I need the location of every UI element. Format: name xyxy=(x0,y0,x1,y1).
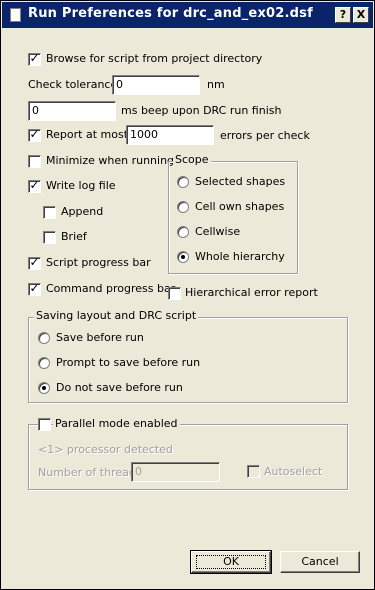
checkmark-icon: ✓ xyxy=(29,178,40,192)
ok-button[interactable]: OK xyxy=(190,550,272,574)
errors-per-check-label: errors per check xyxy=(220,129,310,142)
script-progress-checkbox[interactable]: ✓ xyxy=(28,255,41,270)
window-title: Run Preferences for drc_and_ex02.dsf xyxy=(28,6,313,21)
scope-radio-whole-hierarchy[interactable] xyxy=(177,251,189,263)
report-at-most-input[interactable]: 1000 xyxy=(126,125,214,145)
script-progress-label: Script progress bar xyxy=(46,256,151,269)
saving-group-title: Saving layout and DRC script xyxy=(34,309,199,322)
do-not-save-radio[interactable] xyxy=(38,382,50,394)
checkmark-icon: ✓ xyxy=(29,51,40,65)
brief-checkbox[interactable] xyxy=(43,231,56,244)
hierarchical-report-label: Hierarchical error report xyxy=(185,286,318,299)
command-progress-checkbox[interactable]: ✓ xyxy=(28,281,41,296)
checkmark-icon: ✓ xyxy=(29,127,40,141)
help-button[interactable]: ? xyxy=(335,7,351,23)
save-before-run-radio[interactable] xyxy=(38,332,50,344)
browse-script-checkbox[interactable]: ✓ xyxy=(28,51,41,66)
scope-option-label: Cell own shapes xyxy=(195,200,285,213)
beep-label: ms beep upon DRC run finish xyxy=(121,104,282,117)
radio-dot-icon xyxy=(181,255,185,259)
threads-label: Number of threads xyxy=(38,466,142,479)
scope-radio-cell-own-shapes[interactable] xyxy=(177,201,189,213)
beep-ms-input[interactable]: 0 xyxy=(28,101,116,121)
check-tolerance-label: Check tolerance xyxy=(28,78,118,91)
command-progress-label: Command progress bar xyxy=(46,282,176,295)
report-at-most-checkbox[interactable]: ✓ xyxy=(28,127,41,142)
saving-option-label: Do not save before run xyxy=(56,381,183,394)
parallel-mode-checkbox[interactable] xyxy=(38,418,51,431)
write-log-label: Write log file xyxy=(46,179,116,192)
parallel-mode-label: Parallel mode enabled xyxy=(53,417,180,430)
minimize-label: Minimize when running xyxy=(46,154,175,167)
browse-script-label: Browse for script from project directory xyxy=(46,52,263,65)
close-button[interactable]: X xyxy=(353,7,369,23)
append-checkbox[interactable] xyxy=(43,206,56,219)
saving-option-label: Prompt to save before run xyxy=(56,356,201,369)
cancel-button[interactable]: Cancel xyxy=(280,551,360,573)
scope-radio-cellwise[interactable] xyxy=(177,226,189,238)
checkmark-icon: ✓ xyxy=(29,281,40,295)
title-bar[interactable]: Run Preferences for drc_and_ex02.dsf ? X xyxy=(2,2,373,28)
radio-dot-icon xyxy=(42,386,46,390)
autoselect-checkbox[interactable] xyxy=(247,465,260,478)
scope-option-label: Cellwise xyxy=(195,225,241,238)
scope-option-label: Whole hierarchy xyxy=(195,250,285,263)
scope-option-label: Selected shapes xyxy=(195,175,286,188)
document-icon xyxy=(10,8,21,22)
check-tolerance-input[interactable]: 0 xyxy=(112,75,200,95)
report-at-most-label: Report at most xyxy=(46,128,129,141)
scope-group-title: Scope xyxy=(173,153,211,166)
write-log-checkbox[interactable]: ✓ xyxy=(28,178,41,193)
hierarchical-report-checkbox[interactable] xyxy=(168,287,181,300)
processor-detected-text: <1> processor detected xyxy=(38,443,173,456)
threads-input[interactable]: 0 xyxy=(131,462,220,482)
cancel-button-label: Cancel xyxy=(301,555,339,568)
focus-rect xyxy=(196,555,266,569)
autoselect-label: Autoselect xyxy=(264,465,323,478)
check-tolerance-unit: nm xyxy=(207,78,225,91)
brief-label: Brief xyxy=(61,230,87,243)
minimize-checkbox[interactable] xyxy=(28,155,41,168)
scope-radio-selected-shapes[interactable] xyxy=(177,176,189,188)
checkmark-icon: ✓ xyxy=(29,255,40,269)
prompt-save-radio[interactable] xyxy=(38,357,50,369)
saving-option-label: Save before run xyxy=(56,331,144,344)
run-preferences-dialog: Run Preferences for drc_and_ex02.dsf ? X… xyxy=(0,0,375,590)
append-label: Append xyxy=(61,205,104,218)
